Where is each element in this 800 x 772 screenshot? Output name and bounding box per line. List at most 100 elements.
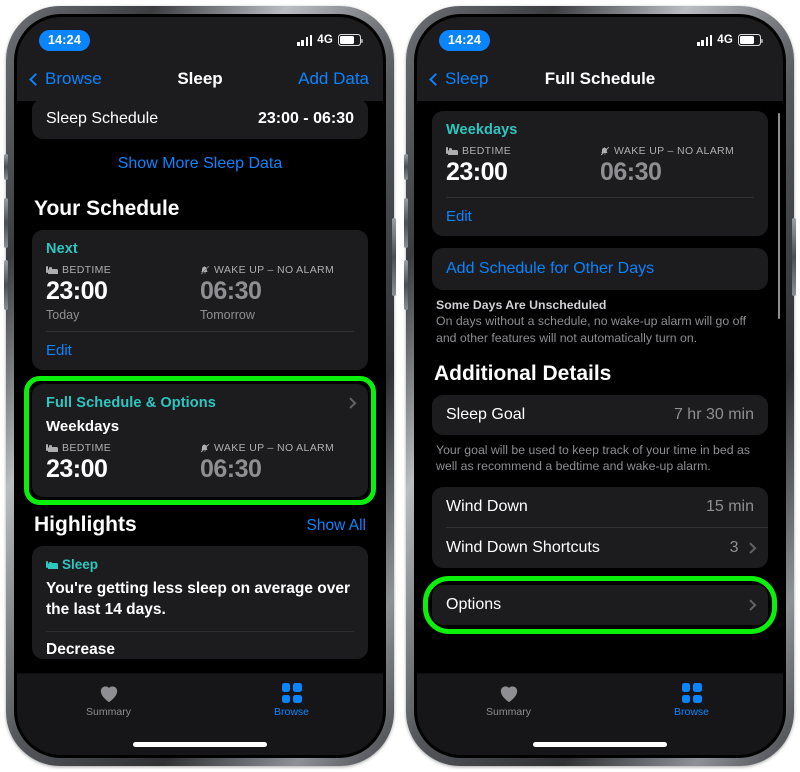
back-button-label: Sleep: [445, 69, 489, 88]
weekdays-times: BEDTIME 23:00 WAKE UP – NO ALARM 06:30: [446, 145, 754, 187]
left-phone-bezel: 14:24 4G Browse Sleep Add Data Sleep Sch…: [14, 14, 386, 758]
sleep-schedule-value: 23:00 - 06:30: [257, 110, 354, 127]
left-phone-frame: 14:24 4G Browse Sleep Add Data Sleep Sch…: [4, 6, 396, 766]
weekdays-wake-label-row: WAKE UP – NO ALARM: [600, 145, 754, 157]
full-schedule-title-row: Full Schedule & Options: [46, 395, 356, 411]
sleep-schedule-row[interactable]: Sleep Schedule 23:00 - 06:30: [32, 101, 368, 139]
cellular-bars-icon: [697, 34, 713, 46]
next-wake-column: WAKE UP – NO ALARM 06:30 Tomorrow: [200, 264, 354, 322]
sleep-goal-label: Sleep Goal: [446, 406, 526, 424]
your-schedule-heading: Your Schedule: [34, 197, 180, 220]
network-type-label: 4G: [317, 34, 333, 46]
right-status-bar: 14:24 4G: [417, 17, 783, 57]
chevron-left-icon: [29, 72, 42, 86]
status-clock: 14:24: [39, 29, 90, 51]
next-wake-label-row: WAKE UP – NO ALARM: [200, 264, 354, 276]
full-schedule-options-card[interactable]: Full Schedule & Options Weekdays BEDTIME…: [32, 384, 368, 497]
highlight-insight-card[interactable]: Sleep You're getting less sleep on avera…: [32, 546, 368, 659]
weekdays-bedtime-value: 23:00: [446, 158, 508, 186]
sleep-schedule-label: Sleep Schedule: [46, 110, 159, 127]
full-schedule-wake-column: WAKE UP – NO ALARM 06:30: [200, 442, 354, 484]
volume-down-button[interactable]: [404, 260, 408, 310]
right-nav-bar: Sleep Full Schedule: [417, 57, 783, 101]
wind-down-shortcuts-row[interactable]: Wind Down Shortcuts 3: [432, 528, 768, 568]
full-schedule-bedtime-column: BEDTIME 23:00: [46, 442, 200, 484]
page-title: Full Schedule: [544, 69, 656, 88]
highlights-heading: Highlights: [34, 513, 137, 536]
home-indicator[interactable]: [133, 742, 267, 747]
sleep-goal-row[interactable]: Sleep Goal 7 hr 30 min: [432, 395, 768, 435]
weekdays-bedtime-column: BEDTIME 23:00: [446, 145, 600, 187]
next-wake-day: Tomorrow: [200, 308, 255, 322]
right-phone-bezel: 14:24 4G Sleep Full Schedule Weekdays BE…: [414, 14, 786, 758]
next-schedule-card: Next BEDTIME 23:00 Today WAKE UP – NO AL…: [32, 230, 368, 370]
bed-icon: [46, 266, 58, 274]
next-wake-value: 06:30: [200, 277, 262, 305]
full-schedule-bedtime-label: BEDTIME: [62, 442, 112, 454]
next-bedtime-value: 23:00: [46, 277, 108, 305]
edit-weekdays-link[interactable]: Edit: [446, 198, 754, 236]
chevron-left-icon: [429, 72, 442, 86]
weekdays-bedtime-label-row: BEDTIME: [446, 145, 600, 157]
network-type-label: 4G: [717, 34, 733, 46]
sleep-schedule-card: Sleep Schedule 23:00 - 06:30: [32, 101, 368, 139]
page-title: Sleep: [177, 69, 223, 88]
tab-summary-label: Summary: [86, 706, 131, 718]
edit-next-schedule-link[interactable]: Edit: [46, 332, 354, 370]
options-card[interactable]: Options: [432, 584, 768, 625]
insight-text: You're getting less sleep on average ove…: [46, 580, 351, 618]
next-bedtime-column: BEDTIME 23:00 Today: [46, 264, 200, 322]
mute-switch[interactable]: [4, 154, 8, 180]
comparison-stage: 14:24 4G Browse Sleep Add Data Sleep Sch…: [0, 0, 800, 772]
weekdays-label: Weekdays: [446, 122, 518, 138]
wind-down-value: 15 min: [705, 497, 754, 515]
left-phone-screen: 14:24 4G Browse Sleep Add Data Sleep Sch…: [17, 17, 383, 755]
add-data-button[interactable]: Add Data: [223, 69, 369, 89]
full-schedule-title: Full Schedule & Options: [46, 395, 216, 411]
back-button-sleep[interactable]: Sleep: [429, 69, 545, 89]
add-schedule-other-days-button[interactable]: Add Schedule for Other Days: [432, 248, 768, 290]
next-bedtime-label-row: BEDTIME: [46, 264, 200, 276]
full-schedule-bedtime-label-row: BEDTIME: [46, 442, 200, 454]
options-row[interactable]: Options: [432, 585, 768, 625]
tab-browse-label: Browse: [673, 706, 709, 718]
vertical-scrollbar[interactable]: [777, 113, 780, 319]
volume-down-button[interactable]: [4, 260, 8, 310]
power-button[interactable]: [392, 218, 396, 296]
show-more-sleep-data-link[interactable]: Show More Sleep Data: [32, 139, 368, 187]
next-bedtime-day: Today: [46, 308, 80, 322]
status-indicators: 4G: [697, 34, 764, 46]
unscheduled-note-title: Some Days Are Unscheduled: [436, 298, 607, 312]
left-status-bar: 14:24 4G: [17, 17, 383, 57]
chevron-right-icon: [744, 542, 756, 554]
options-card-wrapper: Options: [423, 575, 777, 634]
right-scroll-content[interactable]: Weekdays BEDTIME 23:00 WAKE UP – NO ALAR…: [417, 101, 783, 755]
back-button-browse[interactable]: Browse: [29, 69, 177, 89]
grid-squares-icon: [681, 683, 702, 703]
battery-icon: [338, 34, 364, 46]
sleep-goal-note: Your goal will be used to keep track of …: [436, 443, 750, 474]
sleep-goal-card: Sleep Goal 7 hr 30 min: [432, 395, 768, 436]
cellular-bars-icon: [297, 34, 313, 46]
left-scroll-content[interactable]: Sleep Schedule 23:00 - 06:30 Show More S…: [17, 101, 383, 755]
next-times: BEDTIME 23:00 Today WAKE UP – NO ALARM 0…: [46, 264, 354, 322]
highlights-show-all-link[interactable]: Show All: [307, 517, 366, 537]
wind-down-row[interactable]: Wind Down 15 min: [432, 487, 768, 527]
chevron-right-icon: [744, 599, 756, 611]
mute-switch[interactable]: [404, 154, 408, 180]
weekdays-schedule-card: Weekdays BEDTIME 23:00 WAKE UP – NO ALAR…: [432, 111, 768, 236]
power-button[interactable]: [792, 218, 796, 296]
weekdays-wake-column: WAKE UP – NO ALARM 06:30: [600, 145, 754, 187]
bell-slash-icon: [200, 265, 210, 275]
tab-browse-label: Browse: [273, 706, 309, 718]
right-phone-screen: 14:24 4G Sleep Full Schedule Weekdays BE…: [417, 17, 783, 755]
volume-up-button[interactable]: [4, 198, 8, 248]
unscheduled-note-body: On days without a schedule, no wake-up a…: [436, 314, 747, 345]
wind-down-shortcuts-value: 3: [729, 538, 739, 556]
weekdays-bedtime-label: BEDTIME: [462, 145, 512, 157]
bell-slash-icon: [200, 443, 210, 453]
full-schedule-wake-label: WAKE UP – NO ALARM: [214, 442, 335, 454]
volume-up-button[interactable]: [404, 198, 408, 248]
home-indicator[interactable]: [533, 742, 667, 747]
grid-squares-icon: [281, 683, 302, 703]
